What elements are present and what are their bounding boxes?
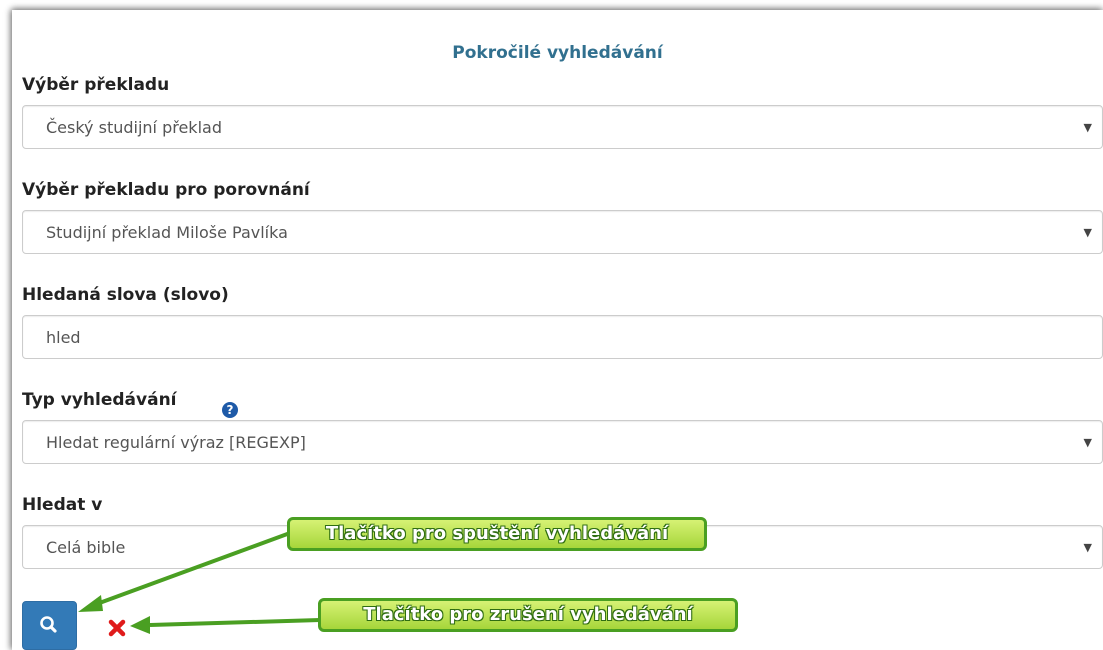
triangle-down-icon: ▼ [1083,436,1092,449]
words-input-value: hled [46,328,81,347]
compare-select[interactable]: Studijní překlad Miloše Pavlíka ▼ [22,210,1103,254]
search-type-select-value: Hledat regulární výraz [REGEXP] [46,433,306,452]
search-type-select[interactable]: Hledat regulární výraz [REGEXP] ▼ [22,420,1103,464]
panel-title: Pokročilé vyhledávání [452,43,663,63]
words-input[interactable]: hled [22,315,1103,359]
triangle-down-icon: ▼ [1083,121,1092,134]
translation-select[interactable]: Český studijní překlad ▼ [22,105,1103,149]
triangle-down-icon: ▼ [1083,541,1092,554]
compare-select-value: Studijní překlad Miloše Pavlíka [46,223,288,242]
translation-select-value: Český studijní překlad [46,118,222,137]
search-button-callout: Tlačítko pro spuštění vyhledávání [287,517,707,551]
search-type-label: Typ vyhledávání [22,390,177,410]
words-label: Hledaná slova (slovo) [22,285,229,305]
search-button[interactable] [22,601,77,650]
x-icon[interactable] [107,618,127,638]
compare-label: Výběr překladu pro porovnání [22,180,310,200]
translation-label: Výběr překladu [22,75,170,95]
scope-label: Hledat v [22,495,103,515]
question-circle-icon[interactable]: ? [222,402,238,418]
cancel-button-callout: Tlačítko pro zrušení vyhledávání [318,598,738,632]
magnifier-icon [40,616,57,633]
triangle-down-icon: ▼ [1083,226,1092,239]
scope-select-value: Celá bible [46,538,126,557]
advanced-search-panel: Pokročilé vyhledávání Výběr překladu Čes… [12,10,1103,650]
